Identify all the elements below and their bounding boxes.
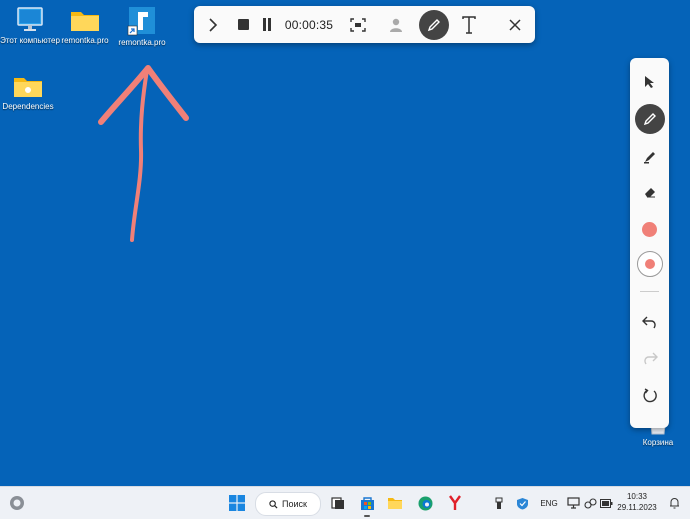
highlighter-icon [643,152,655,164]
windows-logo-icon [229,495,245,511]
pen-button[interactable] [418,6,450,43]
battery-tray-icon[interactable] [599,487,613,519]
pen-active-indicator [634,104,665,134]
cursor-icon [644,76,654,88]
eraser-tool-button[interactable] [630,178,669,206]
store-icon [360,496,374,510]
annotation-panel [630,58,669,428]
thickness-icon [636,251,663,277]
display-tray-icon[interactable] [566,487,580,519]
text-icon [462,15,476,34]
network-tray-icon[interactable] [583,487,597,519]
task-view-button[interactable] [328,487,348,519]
store-app-button[interactable] [356,487,378,519]
folder-icon [388,498,402,509]
stop-icon [237,19,249,30]
defender-tray-icon[interactable] [514,487,530,519]
taskbar: Поиск ENG 10:33 29.11.2023 [0,486,690,519]
taskbar-search[interactable]: Поиск [255,492,321,516]
task-view-icon [331,497,344,509]
stop-button[interactable] [232,6,254,43]
screen-region-icon [350,17,366,32]
recording-timer: 00:00:35 [284,17,334,32]
screen-region-button[interactable] [346,6,370,43]
pause-icon [263,18,271,31]
yandex-icon [449,495,461,510]
text-button[interactable] [456,6,482,43]
camera-button[interactable] [384,6,408,43]
file-explorer-button[interactable] [384,487,406,519]
person-icon [390,18,402,32]
taskbar-clock[interactable]: 10:33 29.11.2023 [616,491,658,513]
battery-icon [599,498,612,508]
usb-icon [495,497,503,509]
network-icon [583,498,597,509]
language-indicator[interactable]: ENG [536,487,562,519]
close-button[interactable] [502,6,528,43]
notifications-button[interactable] [664,487,684,519]
yandex-browser-button[interactable] [444,487,466,519]
monitor-icon [566,497,580,509]
color-picker-button[interactable] [630,215,669,243]
annotation-arrow-drawing [98,65,189,242]
close-icon [509,18,521,31]
search-label: Поиск [282,499,307,509]
eraser-icon [644,188,655,198]
clock-date: 29.11.2023 [617,503,657,512]
edge-browser-button[interactable] [414,487,436,519]
thickness-picker-button[interactable] [630,249,669,279]
pen-icon [643,113,656,126]
search-icon [269,499,278,509]
pause-button[interactable] [256,6,278,43]
select-tool-button[interactable] [630,68,669,96]
redo-button[interactable] [630,344,669,372]
widgets-icon [10,496,24,510]
active-app-indicator [364,515,370,517]
redo-icon [643,352,658,365]
undo-icon [641,316,656,329]
widgets-button[interactable] [6,487,28,519]
clear-button[interactable] [630,382,669,410]
pen-tool-button[interactable] [630,102,669,136]
pen-icon [427,18,440,31]
edge-icon [418,496,432,510]
color-swatch-icon [642,221,657,237]
clock-time: 10:33 [626,492,648,501]
start-button[interactable] [226,487,248,519]
recording-toolbar: 00:00:35 [194,6,535,43]
chevron-right-icon [209,17,218,32]
undo-button[interactable] [630,308,669,336]
shield-icon [516,497,528,509]
expand-button[interactable] [202,6,224,43]
usb-tray-icon[interactable] [492,487,506,519]
bell-icon [669,497,679,509]
highlighter-tool-button[interactable] [630,143,669,171]
refresh-icon [642,388,657,403]
panel-divider [640,291,659,292]
pen-active-indicator [419,9,449,40]
